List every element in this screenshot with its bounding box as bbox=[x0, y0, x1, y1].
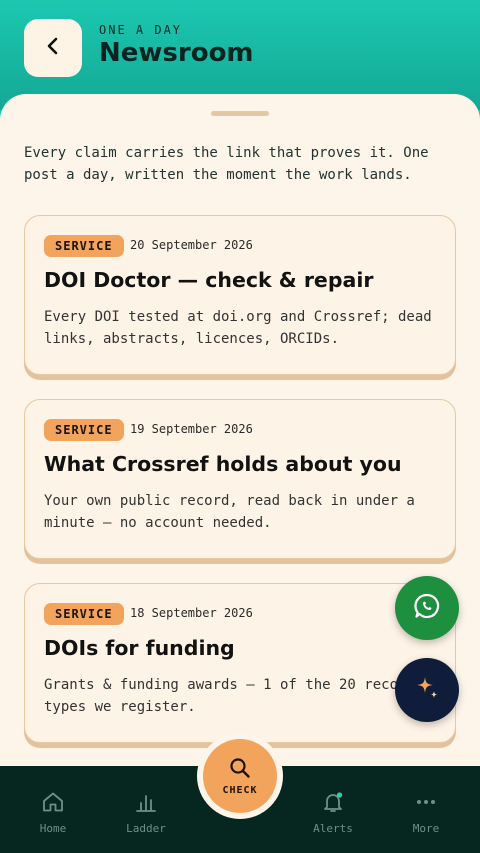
page-eyebrow: ONE A DAY bbox=[99, 23, 183, 37]
back-button[interactable] bbox=[24, 19, 82, 77]
post-date: 18 September 2026 bbox=[130, 606, 253, 620]
ai-assistant-button[interactable] bbox=[395, 658, 459, 722]
nav-label: More bbox=[412, 822, 440, 835]
chevron-left-icon bbox=[46, 36, 60, 60]
nav-item-ladder[interactable]: Ladder bbox=[111, 790, 181, 835]
whatsapp-icon bbox=[413, 592, 441, 624]
check-button[interactable]: CHECK bbox=[203, 739, 277, 813]
post-title: DOI Doctor — check & repair bbox=[44, 268, 374, 292]
check-label: CHECK bbox=[222, 784, 258, 796]
category-badge: SERVICE bbox=[44, 235, 124, 257]
intro-text: Every claim carries the link that proves… bbox=[24, 145, 429, 183]
post-description: Grants & funding awards — 1 of the 20 re… bbox=[44, 677, 415, 715]
post-title: What Crossref holds about you bbox=[44, 452, 402, 476]
post-description: Every DOI tested at doi.org and Crossref… bbox=[44, 309, 432, 347]
whatsapp-button[interactable] bbox=[395, 576, 459, 640]
bell-icon bbox=[298, 790, 368, 816]
bar-chart-icon bbox=[111, 790, 181, 816]
home-icon bbox=[18, 790, 88, 816]
nav-item-more[interactable]: More bbox=[391, 790, 461, 835]
post-description: Your own public record, read back in und… bbox=[44, 493, 415, 531]
category-badge: SERVICE bbox=[44, 419, 124, 441]
nav-label: Ladder bbox=[126, 822, 166, 835]
search-icon bbox=[229, 757, 251, 783]
post-card[interactable]: SERVICE 20 September 2026 DOI Doctor — c… bbox=[24, 215, 456, 375]
post-title: DOIs for funding bbox=[44, 636, 235, 660]
check-button-ring: CHECK bbox=[197, 733, 283, 819]
post-date: 19 September 2026 bbox=[130, 422, 253, 436]
nav-label: Alerts bbox=[313, 822, 353, 835]
nav-item-home[interactable]: Home bbox=[18, 790, 88, 835]
page-title: Newsroom bbox=[99, 38, 254, 68]
nav-label: Home bbox=[39, 822, 67, 835]
nav-item-alerts[interactable]: Alerts bbox=[298, 790, 368, 835]
post-card[interactable]: SERVICE 18 September 2026 DOIs for fundi… bbox=[24, 583, 456, 743]
post-card[interactable]: SERVICE 19 September 2026 What Crossref … bbox=[24, 399, 456, 559]
post-date: 20 September 2026 bbox=[130, 238, 253, 252]
sparkle-icon bbox=[413, 674, 441, 706]
more-dots-icon bbox=[391, 790, 461, 816]
category-badge: SERVICE bbox=[44, 603, 124, 625]
sheet-handle[interactable] bbox=[211, 111, 269, 116]
